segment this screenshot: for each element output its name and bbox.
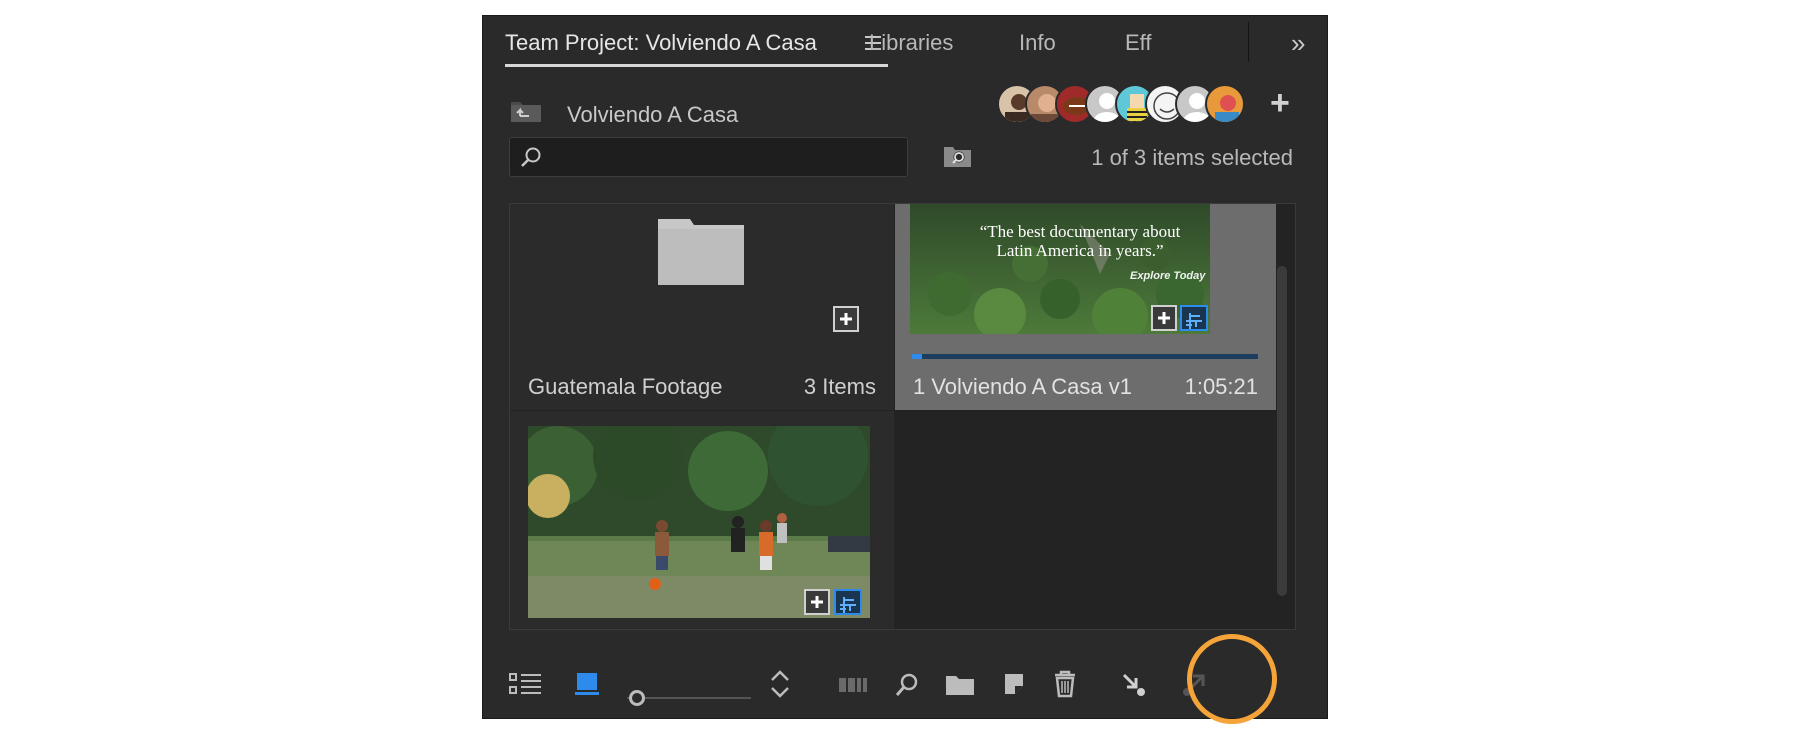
tab-effects[interactable]: Eff [1125,30,1152,56]
panel-tab-bar: Team Project: Volviendo A Casa Libraries… [483,16,1327,72]
clear-icon[interactable] [1053,670,1077,698]
tab-team-project[interactable]: Team Project: Volviendo A Casa [505,30,817,56]
selection-status: 1 of 3 items selected [1091,145,1293,170]
avatar[interactable] [1205,84,1245,124]
sequence-thumbnail: “The best documentary about Latin Americ… [910,204,1210,334]
add-collaborator-icon[interactable]: + [1270,86,1290,120]
highlight-callout-ring [1187,634,1277,724]
items-grid: Guatemala Footage 3 Items “The best docu… [509,203,1296,630]
tab-divider [1248,22,1249,62]
tab-libraries[interactable]: Libraries [869,30,953,56]
bin-item-count: 3 Items [803,374,876,399]
zoom-slider-handle[interactable] [629,690,645,706]
automate-to-sequence-icon[interactable] [839,674,869,694]
zoom-slider-track[interactable] [627,697,751,699]
collaborator-avatars [997,84,1253,126]
folder-icon [658,219,744,285]
thumbnail-caption: Explore Today [1130,270,1206,282]
add-to-sequence-icon[interactable] [833,306,859,332]
bin-tile[interactable]: Guatemala Footage 3 Items [510,204,894,410]
clip-thumbnail [528,426,870,618]
grid-scrollbar[interactable] [1277,266,1287,596]
tab-overflow-icon[interactable]: » [1291,30,1305,56]
sequence-name: 1 Volviendo A Casa v1 [913,374,1132,399]
sequence-badge-icon [1180,305,1208,331]
current-bin-name: Volviendo A Casa [567,102,739,127]
search-input[interactable] [509,137,908,177]
new-bin-icon[interactable] [945,674,975,696]
playhead-progress[interactable] [912,354,1258,359]
new-item-icon[interactable] [1001,672,1025,696]
add-to-sequence-icon[interactable] [804,589,830,615]
project-panel: Team Project: Volviendo A Casa Libraries… [482,15,1328,719]
add-to-sequence-icon[interactable] [1151,305,1177,331]
clip-tile[interactable] [510,411,894,629]
thumbnail-quote: “The best documentary about Latin Americ… [979,222,1181,260]
bin-name: Guatemala Footage [528,374,723,399]
new-search-bin-icon[interactable] [943,144,973,168]
list-view-icon[interactable] [509,672,543,696]
sequence-duration: 1:05:21 [1184,374,1258,399]
find-icon[interactable] [895,672,919,698]
active-tab-indicator [505,64,888,67]
search-icon [521,147,541,167]
clip-badge-icon [834,589,862,615]
sequence-tile[interactable]: “The best documentary about Latin Americ… [895,204,1276,410]
parent-bin-icon[interactable] [509,96,543,124]
sort-icons-icon[interactable] [769,670,791,698]
share-changes-icon[interactable] [1121,672,1147,698]
tab-info[interactable]: Info [1019,30,1056,56]
icon-view-icon[interactable] [575,672,601,696]
